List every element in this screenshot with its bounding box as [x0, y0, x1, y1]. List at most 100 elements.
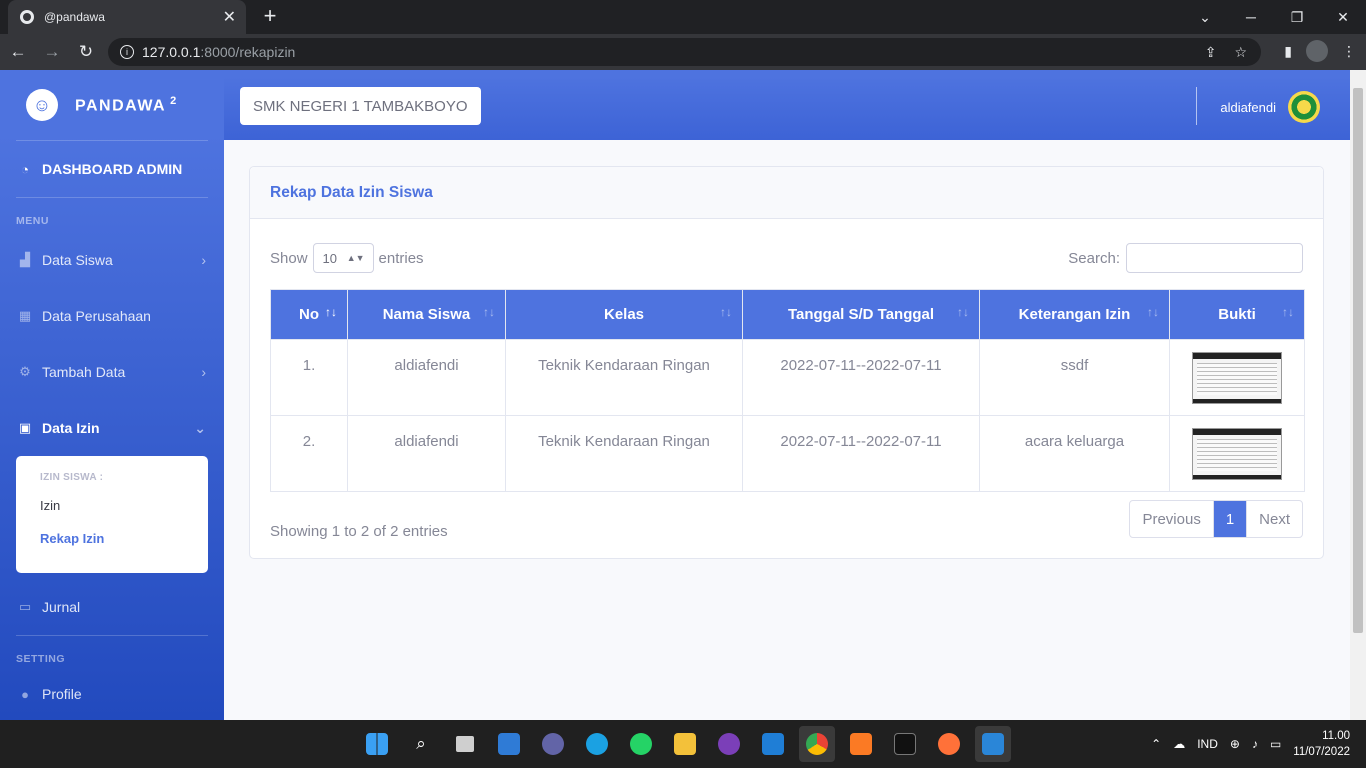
- battery-icon[interactable]: ▭: [1270, 737, 1281, 751]
- reload-button[interactable]: ↻: [70, 36, 102, 68]
- sort-icon: ↑↓: [957, 305, 969, 319]
- clock[interactable]: 11.00 11/07/2022: [1293, 728, 1350, 760]
- chevron-right-icon: ›: [201, 252, 206, 268]
- forward-button[interactable]: →: [36, 36, 68, 68]
- url-field[interactable]: i 127.0.0.1:8000/rekapizin ⇪ ☆: [108, 38, 1261, 66]
- whatsapp-icon[interactable]: [623, 726, 659, 762]
- page-button-1[interactable]: 1: [1213, 501, 1248, 537]
- sidebar-heading-setting: SETTING: [16, 653, 66, 665]
- file-explorer-icon[interactable]: [667, 726, 703, 762]
- chevron-down-icon: ⌄: [194, 419, 206, 436]
- weather-icon[interactable]: ☁: [1173, 737, 1185, 751]
- column-header-nama[interactable]: Nama Siswa ↑↓: [347, 289, 506, 340]
- bukti-image[interactable]: [1192, 428, 1282, 480]
- school-icon: ▟: [20, 252, 30, 267]
- scrollbar-thumb[interactable]: [1353, 88, 1363, 633]
- cell-bukti: [1169, 339, 1305, 416]
- sidebar-item-data-siswa[interactable]: ▟ Data Siswa ›: [0, 232, 224, 288]
- clock-time: 11.00: [1322, 730, 1350, 742]
- restore-button[interactable]: ❐: [1274, 0, 1320, 34]
- window-controls: ⌄ ─ ❐ ✕: [1182, 0, 1366, 34]
- show-label: Show: [270, 249, 308, 267]
- sidebar-brand[interactable]: ☺ PANDAWA 2: [0, 70, 224, 140]
- user-dropdown[interactable]: aldiafendi: [1220, 91, 1320, 123]
- menu-kebab-icon[interactable]: ⋮: [1342, 43, 1356, 60]
- vscode-icon[interactable]: [755, 726, 791, 762]
- sidebar-item-dashboard[interactable]: ◔ DASHBOARD ADMIN: [0, 141, 224, 197]
- task-view-icon[interactable]: [447, 726, 483, 762]
- clipboard-icon: ▣: [18, 420, 32, 435]
- github-desktop-icon[interactable]: [711, 726, 747, 762]
- sidebar-item-jurnal[interactable]: ▭ Jurnal: [0, 579, 224, 635]
- windows-start-icon[interactable]: [359, 726, 395, 762]
- edge-icon[interactable]: [579, 726, 615, 762]
- profile-avatar-icon[interactable]: [1306, 40, 1328, 62]
- chevron-down-icon[interactable]: ⌄: [1182, 0, 1228, 34]
- minimize-button[interactable]: ─: [1228, 0, 1274, 34]
- network-icon[interactable]: ⊕: [1230, 737, 1240, 751]
- page-viewport: ☺ PANDAWA 2 ◔ DASHBOARD ADMIN MENU ▟ Data…: [0, 70, 1350, 720]
- column-header-keterangan[interactable]: Keterangan Izin ↑↓: [979, 289, 1170, 340]
- sidebar-item-label: Profile: [42, 686, 82, 702]
- previous-button[interactable]: Previous: [1130, 501, 1214, 537]
- bukti-image[interactable]: [1192, 352, 1282, 404]
- globe-icon: [20, 10, 34, 24]
- cell-kelas: Teknik Kendaraan Ringan: [505, 339, 743, 416]
- back-button[interactable]: ←: [2, 36, 34, 68]
- chrome-icon[interactable]: [799, 726, 835, 762]
- column-label: Nama Siswa: [382, 306, 471, 323]
- xampp-icon[interactable]: [843, 726, 879, 762]
- sidebar-item-label: DASHBOARD ADMIN: [42, 161, 183, 177]
- firefox-icon[interactable]: [931, 726, 967, 762]
- sidebar: ☺ PANDAWA 2 ◔ DASHBOARD ADMIN MENU ▟ Data…: [0, 70, 224, 720]
- language-indicator[interactable]: IND: [1197, 737, 1218, 751]
- search-label: Search:: [1068, 249, 1120, 267]
- column-header-kelas[interactable]: Kelas ↑↓: [505, 289, 743, 340]
- next-button[interactable]: Next: [1247, 501, 1302, 537]
- share-icon[interactable]: ⇪: [1205, 44, 1217, 61]
- cell-keterangan: acara keluarga: [979, 415, 1170, 492]
- column-header-tanggal[interactable]: Tanggal S/D Tanggal ↑↓: [742, 289, 980, 340]
- sidebar-item-profile[interactable]: ● Profile: [0, 670, 224, 718]
- search-input[interactable]: [1126, 243, 1303, 273]
- chevron-right-icon: ›: [201, 364, 206, 380]
- column-label: No: [299, 306, 319, 323]
- submenu-item-rekap-izin[interactable]: Rekap Izin: [16, 522, 208, 555]
- sort-icon: ↑↓: [1147, 305, 1159, 319]
- system-tray: ⌃ ☁ IND ⊕ ♪ ▭ 11.00 11/07/2022: [1151, 720, 1350, 768]
- sidebar-item-label: Data Siswa: [42, 252, 113, 268]
- new-tab-button[interactable]: +: [258, 5, 282, 29]
- submenu-heading: IZIN SISWA :: [40, 472, 104, 483]
- star-icon[interactable]: ☆: [1234, 44, 1247, 61]
- page-scrollbar[interactable]: [1350, 70, 1366, 720]
- photos-icon[interactable]: [975, 726, 1011, 762]
- info-icon[interactable]: i: [120, 45, 134, 59]
- close-window-button[interactable]: ✕: [1320, 0, 1366, 34]
- sidebar-heading-menu: MENU: [16, 215, 49, 227]
- school-name-box: SMK NEGERI 1 TAMBAKBOYO: [240, 87, 481, 125]
- cell-nama: aldiafendi: [347, 339, 506, 416]
- sidepanel-icon[interactable]: ▮: [1284, 43, 1292, 60]
- cell-tanggal: 2022-07-11--2022-07-11: [742, 339, 980, 416]
- browser-tab[interactable]: @pandawa ✕: [8, 0, 246, 34]
- table-row: 2. aldiafendi Teknik Kendaraan Ringan 20…: [270, 415, 1305, 492]
- entries-select[interactable]: 10 ▲▼: [312, 243, 374, 273]
- sort-icon: ↑↓: [483, 305, 495, 319]
- submenu-item-izin[interactable]: Izin: [16, 489, 208, 522]
- sidebar-item-data-izin[interactable]: ▣ Data Izin ⌄: [0, 400, 224, 456]
- cell-kelas: Teknik Kendaraan Ringan: [505, 415, 743, 492]
- close-tab-icon[interactable]: ✕: [223, 7, 236, 27]
- sidebar-item-data-perusahaan[interactable]: ▦ Data Perusahaan: [0, 288, 224, 344]
- column-label: Kelas: [603, 306, 645, 323]
- username: aldiafendi: [1220, 99, 1276, 115]
- widgets-icon[interactable]: [491, 726, 527, 762]
- sidebar-item-tambah-data[interactable]: ⚙ Tambah Data ›: [0, 344, 224, 400]
- terminal-icon[interactable]: [887, 726, 923, 762]
- tab-title: @pandawa: [44, 10, 105, 24]
- teams-chat-icon[interactable]: [535, 726, 571, 762]
- column-header-bukti[interactable]: Bukti ↑↓: [1169, 289, 1305, 340]
- chevron-up-icon[interactable]: ⌃: [1151, 737, 1161, 751]
- column-header-no[interactable]: No ↑↓: [270, 289, 348, 340]
- search-icon[interactable]: ⌕: [403, 726, 439, 762]
- volume-icon[interactable]: ♪: [1252, 737, 1258, 751]
